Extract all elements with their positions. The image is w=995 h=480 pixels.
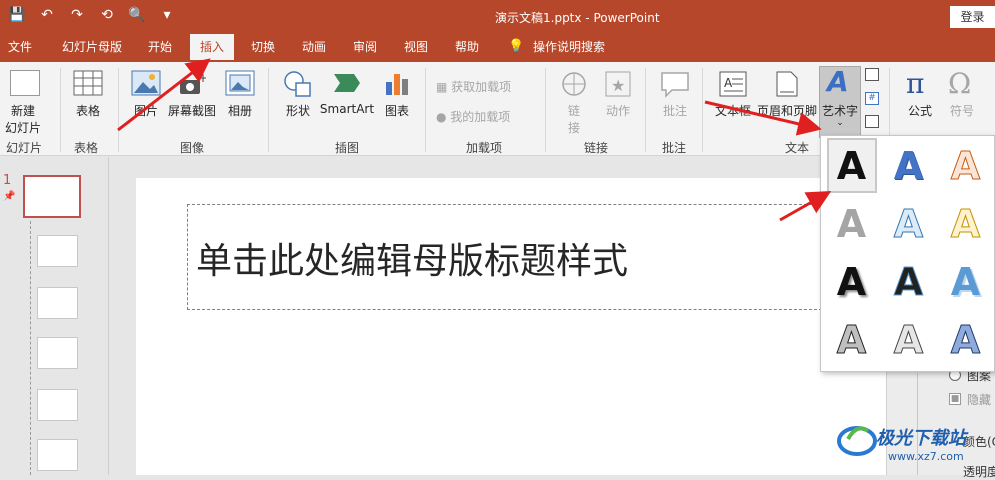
arrow-to-insert-tab bbox=[117, 58, 211, 132]
annotation-arrows bbox=[117, 58, 832, 222]
arrow-to-wordart-button bbox=[704, 100, 822, 136]
arrow-to-wordart-style bbox=[779, 191, 832, 222]
